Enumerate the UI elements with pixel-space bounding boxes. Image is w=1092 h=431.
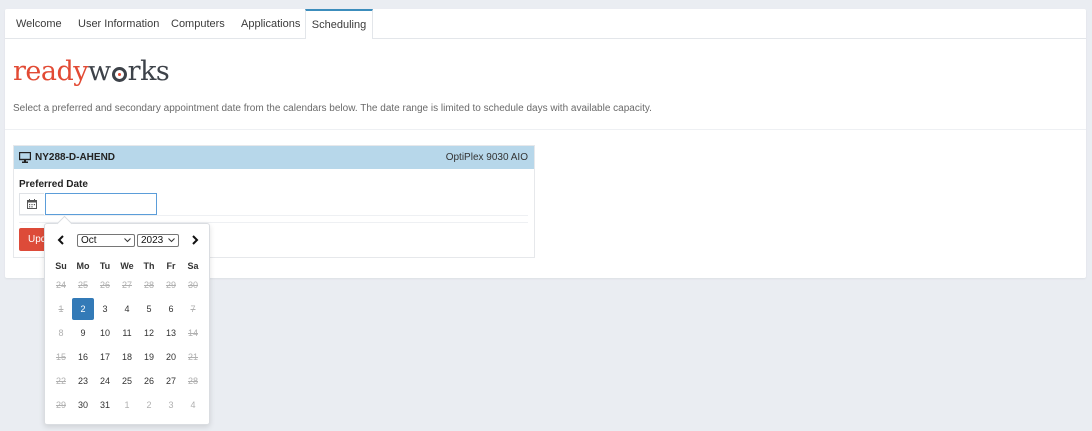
- calendar-day[interactable]: 1: [116, 394, 138, 416]
- calendar-addon[interactable]: [19, 193, 44, 215]
- tab-welcome[interactable]: Welcome: [16, 9, 62, 38]
- tab-user-information[interactable]: User Information: [78, 9, 159, 38]
- calendar-day: 22: [55, 376, 66, 386]
- calendar-day[interactable]: 12: [138, 322, 160, 344]
- chevron-down-icon: [168, 238, 175, 243]
- tab-applications[interactable]: Applications: [241, 9, 300, 38]
- calendar-day[interactable]: 25: [116, 370, 138, 392]
- calendar-day[interactable]: 23: [72, 370, 94, 392]
- calendar-day[interactable]: 9: [72, 322, 94, 344]
- calendar-day[interactable]: 6: [160, 298, 182, 320]
- divider: [5, 129, 1086, 130]
- calendar-day[interactable]: 19: [138, 346, 160, 368]
- calendar-day[interactable]: 24: [94, 370, 116, 392]
- calendar-day[interactable]: 13: [160, 322, 182, 344]
- weekday-label: Mo: [76, 261, 90, 271]
- calendar-day: 27: [121, 280, 132, 290]
- weekday-label: We: [120, 261, 134, 271]
- calendar-day[interactable]: 3: [94, 298, 116, 320]
- calendar-day[interactable]: 20: [160, 346, 182, 368]
- logo-target-icon: [111, 67, 127, 82]
- calendar-week-row: 1234567: [50, 298, 204, 322]
- calendar-day[interactable]: 5: [138, 298, 160, 320]
- calendar-day[interactable]: 16: [72, 346, 94, 368]
- calendar-day: 26: [99, 280, 110, 290]
- year-select[interactable]: 2023: [137, 234, 179, 247]
- calendar-day: 29: [165, 280, 176, 290]
- chevron-left-icon[interactable]: [54, 233, 68, 247]
- weekday-label: Tu: [99, 261, 111, 271]
- weekday-header: Su Mo Tu We Th Fr Sa: [50, 258, 204, 274]
- calendar-day: 28: [143, 280, 154, 290]
- device-model: OptiPlex 9030 AIO: [445, 152, 528, 163]
- calendar-day: 28: [187, 376, 198, 386]
- calendar-day[interactable]: 26: [138, 370, 160, 392]
- logo-text-rks: rks: [127, 56, 170, 87]
- calendar-day: 15: [55, 352, 66, 362]
- calendar-day[interactable]: 11: [116, 322, 138, 344]
- weekday-label: Sa: [187, 261, 199, 271]
- scheduling-instructions: Select a preferred and secondary appoint…: [13, 103, 652, 114]
- calendar-day: 25: [77, 280, 88, 290]
- calendar-week-row: 24 25 26 27 28 29 30: [50, 274, 204, 298]
- weekday-label: Th: [143, 261, 155, 271]
- tab-scheduling[interactable]: Scheduling: [305, 9, 373, 39]
- calendar-day: 7: [190, 304, 196, 314]
- calendar-day[interactable]: 3: [160, 394, 182, 416]
- calendar-day: 14: [187, 328, 198, 338]
- calendar-week-row: 22 23 24 25 26 27 28: [50, 370, 204, 394]
- calendar-day[interactable]: 18: [116, 346, 138, 368]
- calendar-day: 30: [187, 280, 198, 290]
- calendar-day[interactable]: 4: [116, 298, 138, 320]
- calendar-day: 21: [187, 352, 198, 362]
- month-select[interactable]: Oct: [77, 234, 135, 247]
- chevron-right-icon[interactable]: [188, 233, 202, 247]
- calendar-day[interactable]: 10: [94, 322, 116, 344]
- calendar-day-selected[interactable]: 2: [72, 298, 94, 320]
- preferred-date-label: Preferred Date: [19, 179, 88, 190]
- calendar-week-row: 15 16 17 18 19 20 21: [50, 346, 204, 370]
- calendar-day: 1: [58, 304, 64, 314]
- calendar-day[interactable]: 30: [72, 394, 94, 416]
- preferred-date-group: [19, 193, 528, 216]
- calendar-day: 24: [55, 280, 66, 290]
- year-select-value: 2023: [141, 235, 164, 246]
- preferred-date-input[interactable]: [45, 193, 157, 215]
- device-header: NY288-D-AHEND OptiPlex 9030 AIO: [14, 146, 534, 169]
- device-name: NY288-D-AHEND: [35, 152, 116, 163]
- datepicker-popup: Oct 2023 Su Mo Tu We Th Fr Sa 24 25 26 27 28…: [44, 215, 210, 425]
- chevron-down-icon: [124, 238, 131, 243]
- calendar-day: 29: [55, 400, 66, 410]
- calendar-week-row: 29 30 31 1 2 3 4: [50, 394, 204, 418]
- weekday-label: Su: [55, 261, 67, 271]
- month-select-value: Oct: [81, 235, 97, 246]
- calendar-day[interactable]: 4: [182, 394, 204, 416]
- calendar-week-row: 8 9 10 11 12 13 14: [50, 322, 204, 346]
- calendar-day[interactable]: 8: [50, 322, 72, 344]
- monitor-icon: [19, 152, 31, 163]
- calendar-day[interactable]: 27: [160, 370, 182, 392]
- calendar-weeks: 24 25 26 27 28 29 30 1 2 3 4 5 6 7 8 9 10 11 12 13 14 15 16 17 1…: [50, 274, 204, 418]
- calendar-day[interactable]: 17: [94, 346, 116, 368]
- calendar-icon: [27, 199, 37, 209]
- tab-bar: Welcome User Information Computers Appli…: [5, 9, 1086, 39]
- logo-text-w: w: [88, 56, 111, 87]
- calendar-day[interactable]: 2: [138, 394, 160, 416]
- readyworks-logo: readyw rks: [13, 56, 170, 87]
- weekday-label: Fr: [166, 261, 176, 271]
- logo-text-ready: ready: [13, 56, 89, 87]
- calendar-grid: Su Mo Tu We Th Fr Sa 24 25 26 27 28 29 30 1 2 3 4 5…: [50, 258, 204, 418]
- tab-computers[interactable]: Computers: [171, 9, 225, 38]
- calendar-day[interactable]: 31: [94, 394, 116, 416]
